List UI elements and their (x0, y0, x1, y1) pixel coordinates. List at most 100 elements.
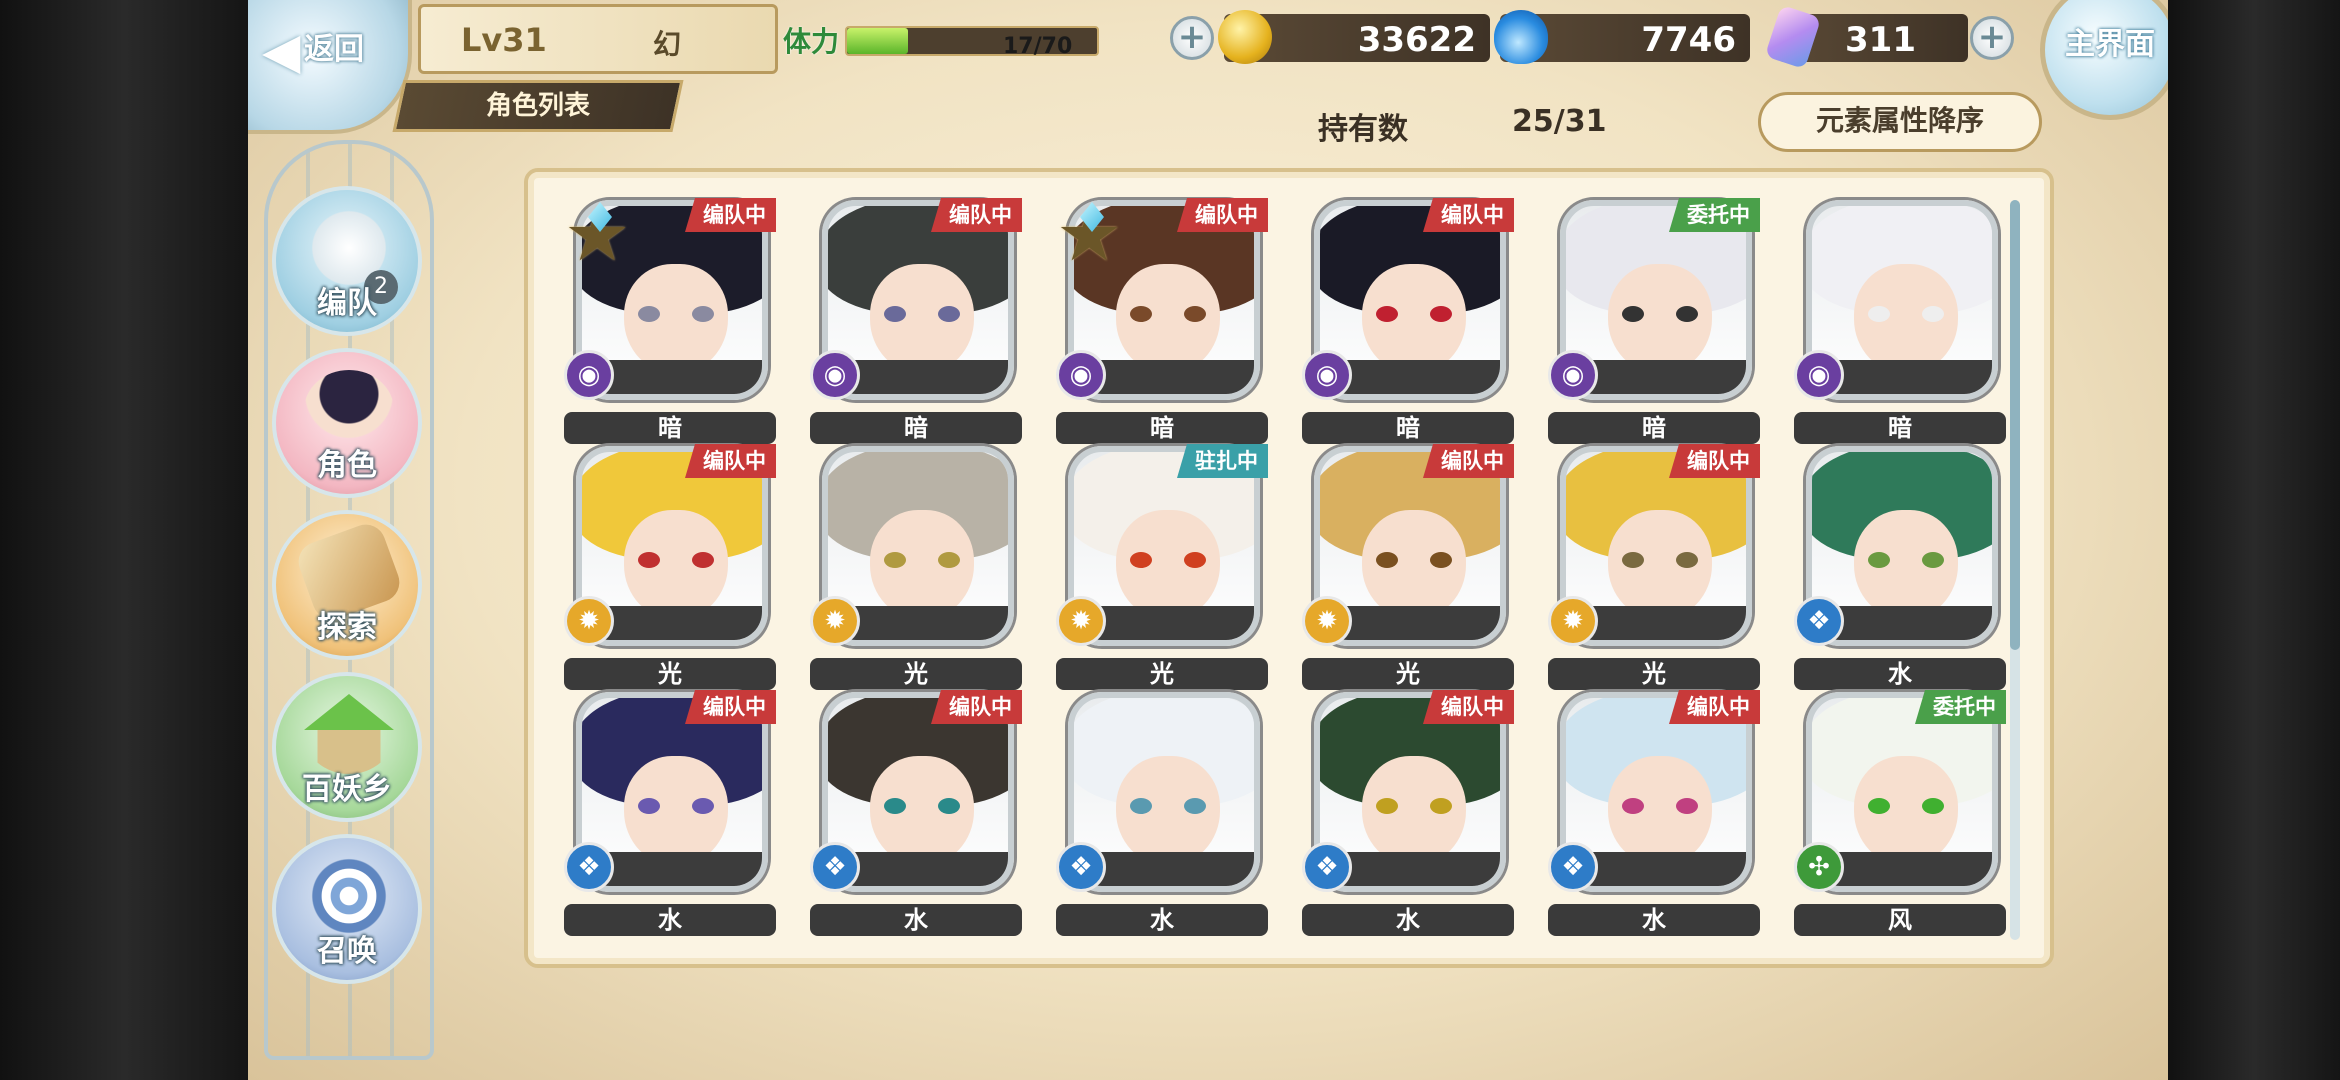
character-card[interactable]: ✣ 委托中风 (1790, 690, 2006, 936)
portrait-eyes (1130, 306, 1206, 322)
element-label: 光 (1548, 658, 1760, 690)
stamina-meter: 体力 17/70 (783, 16, 1163, 60)
element-icon: ✹ (1548, 596, 1598, 646)
character-card[interactable]: ❖ 编队中水 (560, 690, 776, 936)
right-letterbox (2168, 0, 2340, 1080)
player-name: 幻 (653, 28, 682, 61)
character-card[interactable]: ❖ 水 (1790, 446, 2006, 690)
element-icon: ◉ (1794, 350, 1844, 400)
character-card[interactable]: ★ ◉ 编队中暗 (1052, 198, 1268, 444)
gem-icon (588, 202, 612, 232)
gold-value: 33622 (1357, 20, 1476, 60)
element-icon: ✹ (1056, 596, 1106, 646)
stamina-value: 17/70 (1003, 34, 1073, 59)
nav-village[interactable]: 百妖乡 (272, 672, 422, 822)
character-card[interactable]: ❖ 编队中水 (1544, 690, 1760, 936)
sort-button[interactable]: 元素属性降序 (1758, 92, 2042, 152)
character-card[interactable]: ❖ 水 (1052, 692, 1268, 936)
element-label: 光 (1056, 658, 1268, 690)
status-badge: 委托中 (1669, 198, 1760, 232)
character-card[interactable]: ◉ 暗 (1790, 200, 2006, 444)
element-icon: ❖ (1794, 596, 1844, 646)
nav-team[interactable]: 2 编队 (272, 186, 422, 336)
gem-icon (1080, 202, 1104, 232)
element-icon: ◉ (810, 350, 860, 400)
character-card[interactable]: ◉ 编队中暗 (1298, 198, 1514, 444)
status-badge: 编队中 (1669, 690, 1760, 724)
element-label: 光 (564, 658, 776, 690)
element-icon: ❖ (1056, 842, 1106, 892)
element-icon: ❖ (1548, 842, 1598, 892)
character-card[interactable]: ✹ 编队中光 (560, 444, 776, 690)
element-icon: ◉ (1056, 350, 1106, 400)
element-icon: ◉ (1302, 350, 1352, 400)
element-label: 光 (1302, 658, 1514, 690)
character-card[interactable]: ❖ 编队中水 (1298, 690, 1514, 936)
character-card[interactable]: ❖ 编队中水 (806, 690, 1022, 936)
character-card[interactable]: ✹ 光 (806, 446, 1022, 690)
owned-count-label: 持有数 (1318, 112, 1408, 147)
back-button[interactable]: ◀ 返回 (248, 0, 412, 134)
element-icon: ❖ (1302, 842, 1352, 892)
portrait-eyes (1376, 798, 1452, 814)
character-card[interactable]: ◉ 编队中暗 (806, 198, 1022, 444)
grid-scrollbar-thumb[interactable] (2010, 200, 2020, 650)
status-badge: 驻扎中 (1177, 444, 1268, 478)
status-badge: 编队中 (931, 198, 1022, 232)
portrait-eyes (884, 552, 960, 568)
player-level: Lv31 (461, 21, 547, 59)
back-label: 返回 (304, 32, 364, 67)
element-label: 光 (810, 658, 1022, 690)
status-badge: 编队中 (1423, 690, 1514, 724)
nav-explore[interactable]: 探索 (272, 510, 422, 660)
status-badge: 编队中 (1669, 444, 1760, 478)
element-label: 风 (1794, 904, 2006, 936)
element-label: 暗 (1794, 412, 2006, 444)
stamina-bar-fill (847, 28, 908, 54)
element-label: 暗 (564, 412, 776, 444)
portrait-eyes (1130, 552, 1206, 568)
character-card[interactable]: ✹ 驻扎中光 (1052, 444, 1268, 690)
element-icon: ❖ (810, 842, 860, 892)
gold-coin-icon (1218, 10, 1272, 64)
back-arrow-icon: ◀ (262, 22, 301, 80)
nav-explore-label: 探索 (317, 610, 377, 645)
home-button[interactable]: 主界面 (2040, 0, 2168, 120)
element-label: 水 (1302, 904, 1514, 936)
add-stamina-button[interactable]: + (1170, 16, 1214, 60)
element-label: 水 (564, 904, 776, 936)
status-badge: 编队中 (685, 690, 776, 724)
page-title-text: 角色列表 (485, 91, 590, 121)
status-badge: 编队中 (931, 690, 1022, 724)
portrait-eyes (638, 798, 714, 814)
element-label: 水 (810, 904, 1022, 936)
character-card[interactable]: ◉ 委托中暗 (1544, 198, 1760, 444)
house-icon (304, 694, 394, 774)
portrait-eyes (638, 552, 714, 568)
portrait-eyes (884, 306, 960, 322)
crystal-counter: 311 (1764, 4, 1968, 70)
add-crystal-button[interactable]: + (1970, 16, 2014, 60)
grid-scrollbar[interactable] (2010, 200, 2020, 940)
character-card[interactable]: ★ ◉ 编队中暗 (560, 192, 776, 444)
portrait-eyes (884, 798, 960, 814)
player-level-panel: Lv31 幻 (418, 4, 778, 74)
character-card[interactable]: ✹ 编队中光 (1544, 444, 1760, 690)
portrait-eyes (638, 306, 714, 322)
character-portrait-icon (304, 370, 394, 450)
portrait-eyes (1622, 798, 1698, 814)
character-card[interactable]: ✹ 编队中光 (1298, 444, 1514, 690)
nav-characters[interactable]: 角色 (272, 348, 422, 498)
crystal-icon (1764, 4, 1822, 70)
nav-summon[interactable]: 召唤 (272, 834, 422, 984)
portrait-eyes (1868, 306, 1944, 322)
crystal-value: 311 (1845, 20, 1916, 60)
portrait-eyes (1622, 552, 1698, 568)
element-label: 水 (1056, 904, 1268, 936)
nav-summon-label: 召唤 (317, 934, 377, 969)
owned-count-value: 25/31 (1512, 104, 1607, 139)
nav-characters-label: 角色 (317, 448, 377, 483)
rank-star-icon: ★ (564, 192, 631, 278)
home-label: 主界面 (2065, 27, 2155, 62)
portrait-eyes (1130, 798, 1206, 814)
